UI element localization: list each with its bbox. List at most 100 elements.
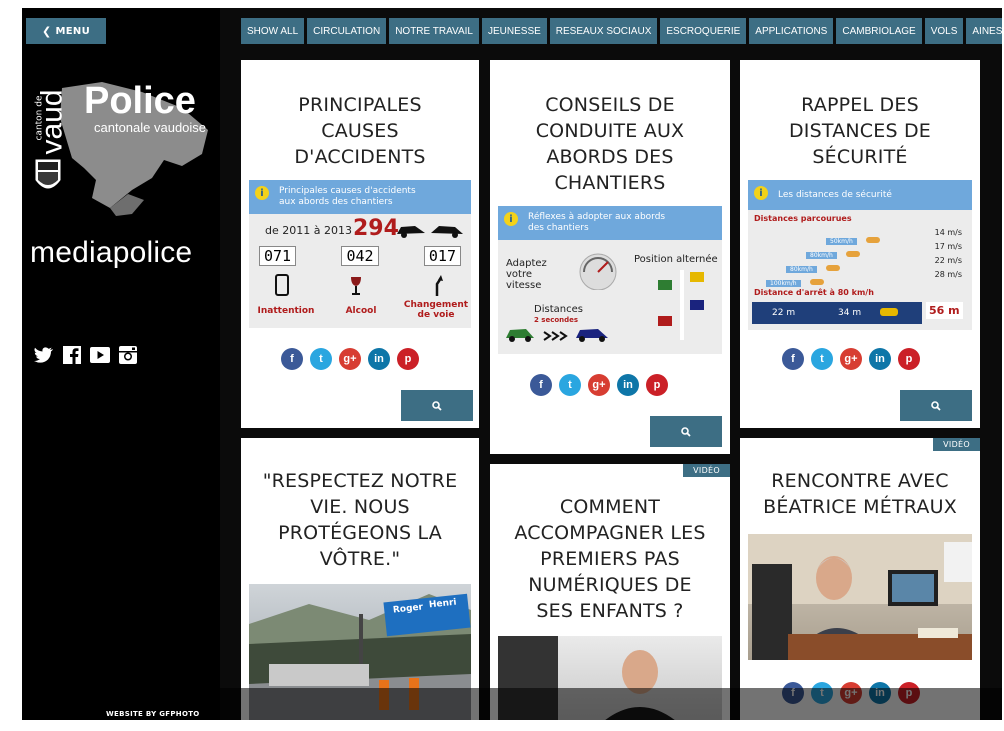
infographic-distances[interactable]: i Les distances de sécurité Distances pa…: [748, 180, 972, 330]
search-icon: [681, 426, 691, 437]
social-links: [34, 346, 138, 364]
view-more-button[interactable]: [401, 390, 473, 421]
secondes-label: 2 secondes: [534, 316, 579, 324]
view-more-button[interactable]: [900, 390, 972, 421]
share-twitter-icon[interactable]: t: [310, 348, 332, 370]
nav-reseaux-sociaux[interactable]: RESEAUX SOCIAUX: [549, 18, 658, 44]
speed-row-4: 100km/h 28 m/s: [766, 270, 966, 287]
sidebar: ❮ MENU canton de vaud Police cantonale v…: [22, 8, 220, 720]
search-icon: [432, 400, 442, 411]
interview-photo[interactable]: [748, 534, 972, 660]
card-title: RENCONTRE AVEC BÉATRICE MÉTRAUX: [763, 470, 957, 518]
distance-arret: Distance d'arrêt à 80 km/h: [754, 288, 874, 297]
card-title: CONSEILS DE CONDUITE AUX ABORDS DES CHAN…: [535, 94, 685, 194]
infographic-accidents[interactable]: i Principales causes d'accidents aux abo…: [249, 180, 471, 328]
police-logo[interactable]: canton de vaud Police cantonale vaudoise: [32, 68, 212, 218]
logo-vaud: vaud: [36, 89, 69, 155]
share-linkedin-icon[interactable]: in: [617, 374, 639, 396]
nav-vols[interactable]: VOLS: [924, 18, 964, 44]
share-pinterest-icon[interactable]: p: [898, 348, 920, 370]
instagram-icon[interactable]: [118, 346, 138, 364]
video-badge: VIDÉO: [933, 438, 980, 451]
card-title: COMMENT ACCOMPAGNER LES PREMIERS PAS NUM…: [514, 496, 706, 622]
count-changement: 017: [423, 246, 461, 266]
nav-aines[interactable]: AINES: [966, 18, 1002, 44]
category-nav: SHOW ALL CIRCULATION NOTRE TRAVAIL JEUNE…: [241, 18, 1002, 44]
youtube-icon[interactable]: [90, 346, 110, 364]
lane-change-icon: [429, 274, 445, 300]
count-alcool: 042: [341, 246, 379, 266]
cause-changement: Changement de voie: [403, 300, 469, 320]
page-frame: ❮ MENU canton de vaud Police cantonale v…: [22, 8, 1002, 720]
card-conseils-conduite[interactable]: CONSEILS DE CONDUITE AUX ABORDS DES CHAN…: [490, 60, 730, 454]
search-icon: [931, 400, 941, 411]
stopping-bar: 22 m 34 m: [752, 302, 922, 324]
infographic-title: Principales causes d'accidents aux abord…: [279, 186, 416, 207]
info-icon: i: [754, 186, 768, 200]
speed-row-3: 80km/h 22 m/s: [786, 256, 966, 273]
share-twitter-icon[interactable]: t: [559, 374, 581, 396]
speed-row-1: 50km/h 14 m/s: [826, 228, 966, 245]
distances-label: Distances: [534, 304, 583, 315]
share-twitter-icon[interactable]: t: [811, 348, 833, 370]
car-crash-icon: [395, 222, 465, 242]
nav-applications[interactable]: APPLICATIONS: [749, 18, 834, 44]
share-linkedin-icon[interactable]: in: [368, 348, 390, 370]
infographic-title: Réflexes à adopter aux abords des chanti…: [528, 212, 666, 233]
info-icon: i: [504, 212, 518, 226]
card-principales-causes[interactable]: PRINCIPALES CAUSES D'ACCIDENTS i Princip…: [241, 60, 479, 428]
share-linkedin-icon[interactable]: in: [869, 348, 891, 370]
wine-glass-icon: [349, 276, 363, 300]
info-icon: i: [255, 186, 269, 200]
nav-notre-travail[interactable]: NOTRE TRAVAIL: [389, 18, 479, 44]
following-cars-icon: [504, 324, 614, 348]
bottom-overlay: [220, 688, 1002, 720]
infographic-header: i Principales causes d'accidents aux abo…: [249, 180, 471, 214]
card-comment-accompagner[interactable]: VIDÉO COMMENT ACCOMPAGNER LES PREMIERS P…: [490, 464, 730, 720]
infographic-header: i Réflexes à adopter aux abords des chan…: [498, 206, 722, 240]
share-pinterest-icon[interactable]: p: [646, 374, 668, 396]
position-alternee: Position alternée: [634, 254, 718, 265]
share-googleplus-icon[interactable]: g+: [840, 348, 862, 370]
infographic-conseils[interactable]: i Réflexes à adopter aux abords des chan…: [498, 206, 722, 354]
share-facebook-icon[interactable]: f: [782, 348, 804, 370]
share-googleplus-icon[interactable]: g+: [588, 374, 610, 396]
card-distances-securite[interactable]: RAPPEL DES DISTANCES DE SÉCURITÉ i Les d…: [740, 60, 980, 428]
facebook-icon[interactable]: [62, 346, 82, 364]
nav-show-all[interactable]: SHOW ALL: [241, 18, 305, 44]
logo-cantonale: cantonale vaudoise: [94, 120, 207, 135]
card-title: RAPPEL DES DISTANCES DE SÉCURITÉ: [788, 94, 932, 168]
menu-label: MENU: [55, 25, 90, 37]
share-buttons: f t g+ in p: [530, 374, 668, 396]
menu-button[interactable]: ❮ MENU: [26, 18, 106, 44]
share-facebook-icon[interactable]: f: [530, 374, 552, 396]
cause-alcool: Alcool: [345, 306, 377, 316]
card-title: "RESPECTEZ NOTRE VIE. NOUS PROTÉGEONS LA…: [262, 470, 458, 570]
count-inattention: 071: [259, 246, 297, 266]
speed-row-2: 80km/h 17 m/s: [806, 242, 966, 259]
nav-cambriolage[interactable]: CAMBRIOLAGE: [836, 18, 922, 44]
view-more-button[interactable]: [650, 416, 722, 447]
share-pinterest-icon[interactable]: p: [397, 348, 419, 370]
accident-counts: 071 042 017: [259, 246, 461, 266]
video-badge: VIDÉO: [683, 464, 730, 477]
chevron-left-icon: ❮: [41, 24, 52, 38]
website-credit[interactable]: WEBSITE BY GFPHOTO: [106, 710, 200, 718]
accident-total: 294: [353, 216, 399, 241]
twitter-icon[interactable]: [34, 346, 54, 364]
cause-inattention: Inattention: [257, 306, 315, 316]
woman-at-desk-icon: [748, 534, 972, 660]
card-rencontre-metraux[interactable]: VIDÉO RENCONTRE AVEC BÉATRICE MÉTRAUX f …: [740, 438, 980, 720]
phone-icon: [275, 274, 289, 300]
share-facebook-icon[interactable]: f: [281, 348, 303, 370]
nav-circulation[interactable]: CIRCULATION: [307, 18, 387, 44]
share-buttons: f t g+ in p: [281, 348, 419, 370]
card-title: PRINCIPALES CAUSES D'ACCIDENTS: [294, 94, 426, 168]
share-buttons: f t g+ in p: [782, 348, 920, 370]
share-googleplus-icon[interactable]: g+: [339, 348, 361, 370]
card-respectez-notre-vie[interactable]: "RESPECTEZ NOTRE VIE. NOUS PROTÉGEONS LA…: [241, 438, 479, 720]
nav-escroquerie[interactable]: ESCROQUERIE: [660, 18, 747, 44]
brand-name: mediapolice: [30, 236, 193, 269]
stopping-total: 56 m: [926, 302, 963, 319]
nav-jeunesse[interactable]: JEUNESSE: [481, 18, 547, 44]
